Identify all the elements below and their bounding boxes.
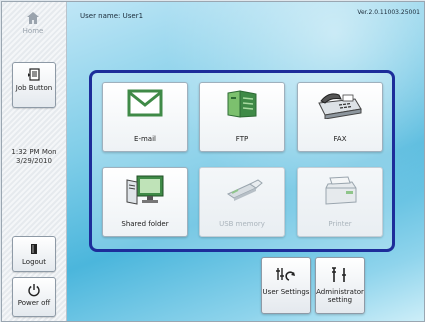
ftp-server-icon	[227, 90, 257, 118]
email-label: E-mail	[134, 135, 156, 143]
version: Ver.2.0.11003.25001	[357, 9, 420, 16]
job-button[interactable]: Job Button	[12, 62, 56, 108]
user-settings-label: User Settings	[262, 288, 310, 296]
usb-memory-icon	[226, 179, 263, 201]
user-settings-icon	[276, 268, 295, 281]
clock-time: 1:32 PM Mon	[11, 148, 57, 156]
logout-button[interactable]: Logout	[12, 236, 56, 272]
printer-button[interactable]: Printer	[297, 167, 383, 237]
sidebar: Home Job Button 1:32 PM Mon 3/29/2010 Lo…	[2, 2, 67, 321]
clock: 1:32 PM Mon 3/29/2010	[2, 148, 66, 166]
shared-folder-label: Shared folder	[121, 220, 169, 228]
username: User name: User1	[80, 12, 144, 20]
email-button[interactable]: E-mail	[102, 82, 188, 152]
administrator-setting-button[interactable]: Administrator setting	[315, 257, 365, 314]
job-label: Job Button	[15, 84, 53, 92]
envelope-icon	[127, 89, 163, 117]
home-button[interactable]: Home	[12, 6, 54, 50]
logout-icon	[31, 244, 37, 254]
clock-date: 3/29/2010	[16, 157, 52, 165]
printer-label: Printer	[328, 220, 352, 228]
fax-button[interactable]: FAX	[297, 82, 383, 152]
main-area: User name: User1 Ver.2.0.11003.25001 E-m…	[67, 2, 424, 321]
administrator-setting-icon	[332, 267, 346, 282]
logout-label: Logout	[22, 258, 46, 266]
administrator-label-line1: Administrator	[316, 288, 364, 296]
usb-memory-label: USB memory	[219, 220, 265, 228]
app-window: Home Job Button 1:32 PM Mon 3/29/2010 Lo…	[1, 1, 425, 322]
power-off-button[interactable]: Power off	[12, 277, 56, 317]
power-label: Power off	[17, 299, 51, 307]
home-icon	[27, 12, 39, 24]
shared-folder-icon	[126, 175, 164, 205]
function-panel: E-mail FTP FAX Shared folder USB memory …	[89, 70, 395, 252]
administrator-label-line2: setting	[327, 296, 353, 304]
job-icon	[28, 68, 40, 81]
fax-label: FAX	[333, 135, 347, 143]
ftp-label: FTP	[235, 135, 249, 143]
user-settings-button[interactable]: User Settings	[261, 257, 311, 314]
usb-memory-button[interactable]: USB memory	[199, 167, 285, 237]
fax-icon	[318, 93, 362, 119]
ftp-button[interactable]: FTP	[199, 82, 285, 152]
power-icon	[28, 284, 40, 297]
home-label: Home	[22, 27, 44, 35]
shared-folder-button[interactable]: Shared folder	[102, 167, 188, 237]
printer-icon	[325, 176, 357, 205]
